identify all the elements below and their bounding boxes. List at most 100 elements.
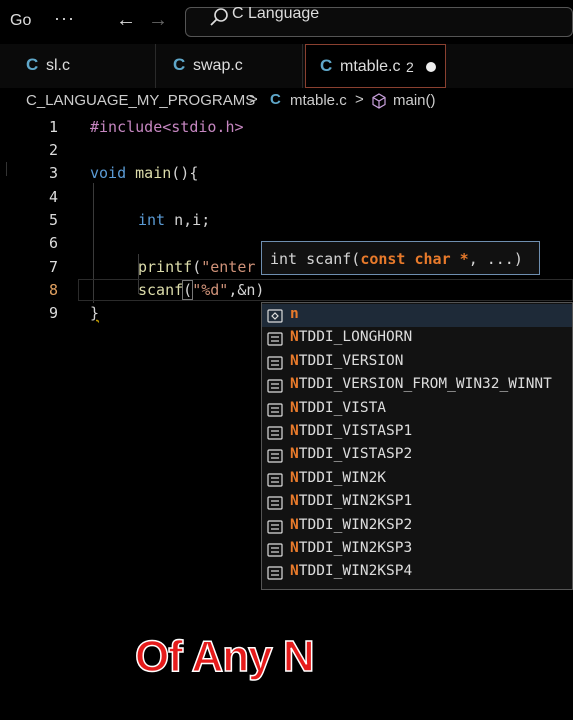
unsaved-dot-icon[interactable] — [426, 62, 436, 72]
suggestion-item[interactable]: NTDDI_WIN2KSP4 — [262, 561, 572, 584]
tab-swap-c[interactable]: C swap.c — [156, 44, 303, 88]
variable-icon — [267, 309, 283, 323]
suggestion-list[interactable]: n NTDDI_LONGHORN NTDDI_VERSION NTDDI_VERSIO… — [261, 302, 573, 590]
suggestion-item[interactable]: NTDDI_VISTA — [262, 398, 572, 421]
search-text: C Language — [232, 5, 320, 22]
back-arrow-icon[interactable]: ← — [116, 9, 136, 32]
suggestion-item[interactable]: NTDDI_VISTASP2 — [262, 444, 572, 467]
suggestion-item[interactable]: NTDDI_WIN2KSP2 — [262, 515, 572, 538]
suggestion-label: NTDDI_VERSION — [290, 353, 404, 369]
suggestion-rest: TDDI_WIN2KSP3 — [298, 540, 413, 556]
constant-icon — [267, 543, 283, 557]
menu-go[interactable]: Go — [10, 12, 31, 30]
suggestion-rest: TDDI_WIN2KSP4 — [298, 563, 413, 580]
suggestion-item[interactable]: NTDDI_VERSION — [262, 351, 572, 374]
suggestion-label: NTDDI_WIN2K — [290, 470, 386, 486]
suggestion-rest: TDDI_WIN2KSP1 — [298, 493, 413, 510]
line-number: 9 — [48, 304, 58, 322]
breadcrumb: C_LANGUAGE_MY_PROGRAMS > C mtable.c > ma… — [0, 88, 573, 114]
constant-icon — [267, 356, 283, 370]
code-vars: n,i; — [165, 211, 211, 229]
c-file-icon: C — [173, 55, 186, 74]
suggestion-rest: TDDI_VERSION — [298, 352, 404, 369]
line-number: 5 — [48, 211, 58, 229]
suggestion-label: NTDDI_VISTA — [290, 400, 386, 416]
breadcrumb-file[interactable]: mtable.c — [290, 92, 347, 109]
suggestion-rest: TDDI_VISTASP2 — [298, 446, 413, 463]
suggestion-match: N — [290, 493, 299, 510]
code-punct: (){ — [171, 164, 199, 182]
suggestion-item[interactable]: NTDDI_WIN2KSP1 — [262, 491, 572, 514]
suggestion-match: n — [290, 306, 299, 322]
chevron-right-icon: > — [249, 91, 258, 108]
code-line-main: void main(){ — [90, 164, 198, 182]
constant-icon — [267, 519, 283, 534]
breadcrumb-folder[interactable]: C_LANGUAGE_MY_PROGRAMS — [26, 92, 255, 109]
suggestion-label: n — [290, 306, 299, 322]
line-number: 7 — [48, 258, 58, 276]
tab-label: sl.c — [46, 57, 70, 74]
code-line-scanf: scanf("%d",&n) — [138, 280, 265, 300]
forward-arrow-icon[interactable]: → — [148, 9, 168, 32]
code-line-declare: int n,i; — [138, 211, 210, 229]
line-number: 1 — [48, 118, 58, 136]
code-args: ,&n) — [228, 281, 265, 299]
suggestion-rest: TDDI_WIN2KSP2 — [298, 516, 413, 533]
suggestion-item[interactable]: NTDDI_VERSION_FROM_WIN32_WINNT — [262, 374, 572, 397]
suggestion-rest: TDDI_LONGHORN — [298, 329, 413, 346]
suggestion-match: N — [290, 516, 299, 533]
breadcrumb-symbol[interactable]: main() — [393, 92, 436, 109]
keyword-void: void — [90, 164, 127, 182]
more-menu-icon[interactable]: ··· — [54, 8, 75, 29]
suggestion-label: NTDDI_VISTASP2 — [290, 446, 412, 462]
suggestion-match: N — [290, 469, 299, 486]
suggestion-item[interactable]: NTDDI_VISTASP1 — [262, 421, 572, 444]
tab-mtable-c[interactable]: C mtable.c 2 — [305, 44, 446, 88]
suggestion-item-selected[interactable]: n — [262, 304, 572, 327]
constant-icon — [267, 379, 283, 393]
problem-count-badge: 2 — [406, 59, 414, 75]
signature-suffix: , ...) — [468, 250, 523, 268]
function-main: main — [135, 164, 172, 182]
editor-tab-bar: C sl.c C swap.c C mtable.c 2 — [0, 44, 573, 89]
signature-help-popup: int scanf(const char *, ...) — [261, 241, 540, 275]
signature-text: int scanf(const char *, ...) — [270, 250, 523, 268]
suggestion-label: NTDDI_WIN2KSP2 — [290, 517, 412, 533]
suggestion-match: N — [290, 540, 299, 556]
suggestion-label: NTDDI_WIN2KSP3 — [290, 540, 412, 556]
title-bar: Go ··· ← → C Language — [0, 0, 573, 44]
constant-icon — [267, 402, 283, 417]
suggestion-match: N — [290, 352, 299, 369]
suggestion-rest: TDDI_VERSION_FROM_WIN32_WINNT — [298, 376, 552, 393]
suggestion-item[interactable]: NTDDI_WIN2K — [262, 468, 572, 491]
constant-icon — [267, 449, 283, 463]
tab-label: mtable.c — [340, 58, 401, 75]
line-number: 6 — [48, 234, 58, 252]
c-file-icon: C — [320, 56, 333, 75]
suggestion-match: N — [290, 329, 299, 346]
line-number: 3 — [48, 164, 58, 182]
line-number: 4 — [48, 188, 58, 206]
chevron-right-icon: > — [355, 91, 364, 108]
suggestion-match: N — [290, 399, 299, 416]
line-number-active: 8 — [48, 281, 58, 299]
code-line-printf: printf("enter — [138, 258, 255, 276]
suggestion-label: NTDDI_LONGHORN — [290, 329, 412, 345]
suggestion-label: NTDDI_WIN2KSP1 — [290, 493, 412, 509]
suggestion-label: NTDDI_WIN2KSP4 — [290, 563, 412, 579]
code-string: "enter — [201, 258, 256, 276]
suggestion-match: N — [290, 423, 299, 439]
suggestion-item[interactable]: NTDDI_WIN2KSP3 — [262, 538, 572, 561]
keyword-int: int — [138, 211, 166, 229]
signature-active-param: const char * — [360, 250, 469, 268]
video-caption: Of Any N — [134, 631, 315, 682]
constant-icon — [267, 332, 283, 346]
tab-sl-c[interactable]: C sl.c — [0, 44, 156, 88]
suggestion-rest: TDDI_WIN2K — [298, 469, 387, 486]
code-line-close: } — [90, 304, 100, 322]
suggestion-item[interactable]: NTDDI_LONGHORN — [262, 327, 572, 350]
signature-prefix: int scanf( — [270, 250, 361, 268]
suggestion-rest: TDDI_VISTA — [298, 399, 387, 416]
function-printf: printf — [138, 258, 193, 276]
c-file-icon: C — [270, 91, 281, 108]
